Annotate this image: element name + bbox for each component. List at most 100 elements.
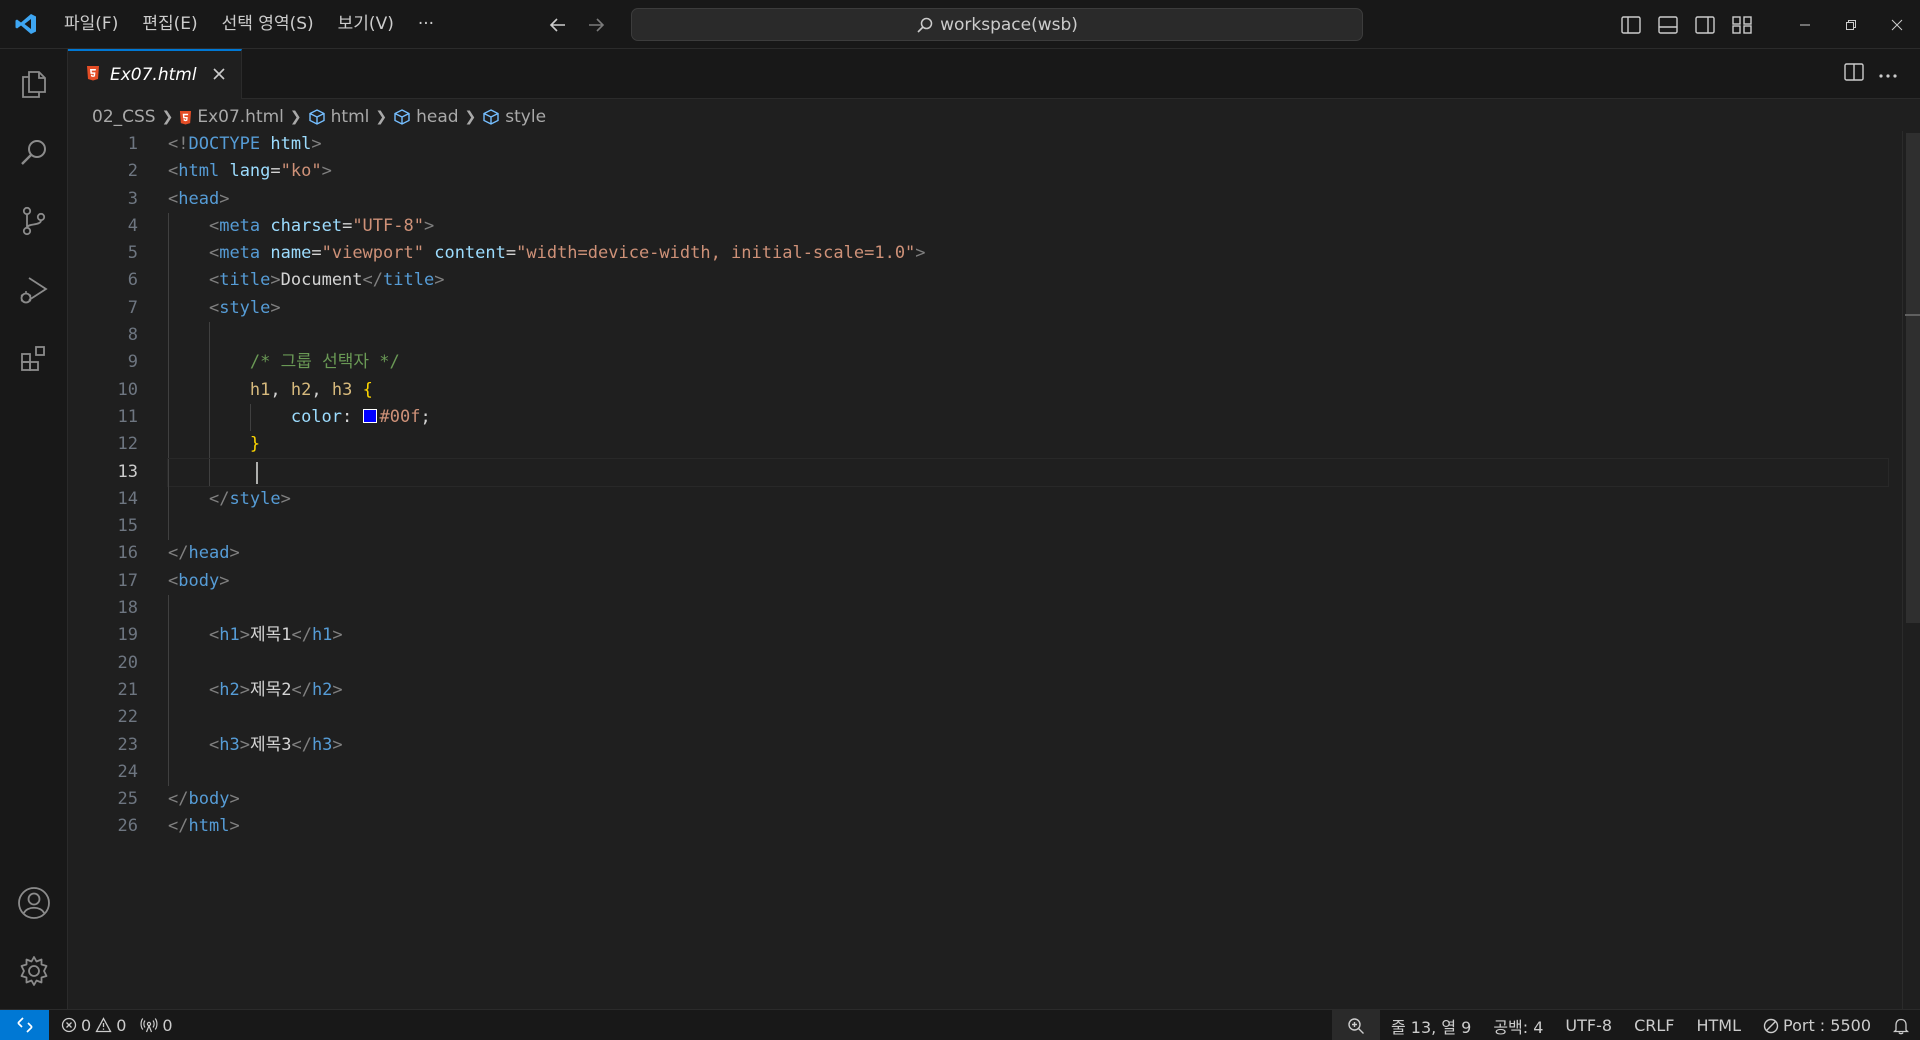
code-token: #00f — [379, 406, 421, 427]
accounts-icon[interactable] — [0, 869, 68, 937]
line-number: 14 — [117, 488, 138, 509]
code-token: < — [208, 270, 220, 291]
minimize-window-icon[interactable] — [1782, 0, 1828, 49]
code-line[interactable]: h1, h2, h3 { — [168, 376, 1888, 404]
notifications-bell-icon[interactable] — [1882, 1010, 1920, 1040]
extensions-icon[interactable] — [0, 325, 68, 393]
code-line[interactable] — [168, 322, 1888, 350]
zoom-icon[interactable] — [1331, 1010, 1380, 1040]
code-line[interactable] — [168, 704, 1888, 732]
live-server-port[interactable]: Port : 5500 — [1752, 1010, 1882, 1040]
html-file-icon — [86, 65, 100, 85]
code-token: "width=device-width, initial-scale=1.0" — [516, 243, 916, 264]
code-line[interactable]: <html lang="ko"> — [168, 158, 1888, 185]
code-line[interactable]: color: #00f; — [168, 403, 1888, 432]
code-token: h2 — [311, 679, 333, 700]
code-line[interactable]: </body> — [168, 786, 1888, 813]
code-token: Document — [280, 270, 363, 291]
code-line[interactable] — [168, 649, 1888, 677]
close-window-icon[interactable] — [1874, 0, 1920, 49]
code-line[interactable]: <h2>제목2</h2> — [168, 676, 1888, 705]
language-mode[interactable]: HTML — [1685, 1010, 1752, 1040]
breadcrumb-symbol-head[interactable]: head — [393, 107, 459, 127]
back-arrow-icon[interactable] — [548, 15, 568, 35]
menu-more[interactable]: ··· — [406, 0, 446, 49]
code-line[interactable]: <body> — [168, 568, 1888, 595]
indent-guide — [168, 322, 169, 350]
cursor-position[interactable]: 줄 13, 열 9 — [1380, 1010, 1482, 1040]
code-line[interactable]: <h1>제목1</h1> — [168, 622, 1888, 650]
code-line[interactable]: <!DOCTYPE html> — [168, 131, 1888, 158]
code-line[interactable]: /* 그룹 선택자 */ — [168, 349, 1888, 377]
tab-ex07-html[interactable]: Ex07.html — [68, 49, 242, 99]
explorer-icon[interactable] — [0, 49, 68, 117]
toggle-primary-sidebar-icon[interactable] — [1612, 0, 1649, 49]
run-and-debug-icon[interactable] — [0, 256, 68, 324]
code-token: , — [270, 379, 291, 400]
menu-view[interactable]: 보기(V) — [326, 0, 406, 49]
code-line[interactable] — [168, 595, 1888, 623]
code-token: = — [311, 243, 322, 264]
code-line[interactable] — [168, 513, 1888, 541]
menu-selection[interactable]: 선택 영역(S) — [210, 0, 326, 49]
code-token: > — [915, 243, 926, 264]
ports-indicator[interactable]: 0 — [140, 1010, 173, 1040]
code-line[interactable]: <style> — [168, 294, 1888, 323]
scrollbar-thumb[interactable] — [1906, 133, 1920, 623]
line-number: 11 — [117, 406, 138, 427]
menu-file[interactable]: 파일(F) — [52, 0, 130, 49]
code-token: body — [178, 570, 220, 591]
indent-guide — [168, 676, 169, 705]
breadcrumb-folder[interactable]: 02_CSS — [92, 107, 156, 127]
breadcrumb-file[interactable]: Ex07.html — [179, 107, 284, 127]
tab-label: Ex07.html — [110, 65, 197, 85]
code-token: body — [188, 789, 230, 810]
toggle-panel-icon[interactable] — [1649, 0, 1686, 49]
indent-guide — [168, 267, 169, 295]
restore-window-icon[interactable] — [1828, 0, 1874, 49]
code-line[interactable]: </head> — [168, 540, 1888, 567]
more-actions-icon[interactable] — [1878, 65, 1898, 83]
code-line[interactable]: <title>Document</title> — [168, 267, 1888, 295]
source-control-icon[interactable] — [0, 187, 68, 255]
code-line[interactable]: <head> — [168, 186, 1888, 213]
code-line[interactable]: <meta name="viewport" content="width=dev… — [168, 240, 1888, 268]
code-token: > — [239, 734, 250, 755]
code-line[interactable] — [168, 758, 1888, 787]
editor-scrollbar[interactable] — [1902, 131, 1920, 1009]
code-line[interactable] — [167, 457, 1889, 487]
code-token: </ — [168, 543, 189, 564]
code-line[interactable]: } — [168, 431, 1888, 459]
color-swatch[interactable] — [362, 408, 377, 423]
code-area[interactable]: <!DOCTYPE html> <html lang="ko"> <head> <m… — [167, 131, 1889, 841]
close-tab-icon[interactable] — [209, 64, 229, 84]
end-of-line[interactable]: CRLF — [1623, 1010, 1685, 1040]
code-line[interactable]: <h3>제목3</h3> — [168, 731, 1888, 759]
split-editor-icon[interactable] — [1844, 63, 1864, 85]
forward-arrow-icon[interactable] — [586, 15, 606, 35]
menu-edit[interactable]: 편집(E) — [130, 0, 209, 49]
customize-layout-icon[interactable] — [1723, 0, 1760, 49]
problems-indicator[interactable]: 0 0 — [61, 1010, 126, 1040]
code-token: < — [208, 625, 220, 646]
breadcrumb-symbol-style[interactable]: style — [482, 107, 546, 127]
command-center-search[interactable]: workspace(wsb) — [631, 8, 1363, 41]
line-number: 5 — [127, 243, 138, 264]
search-icon[interactable] — [0, 118, 68, 186]
code-line[interactable]: </html> — [168, 813, 1888, 840]
file-encoding[interactable]: UTF-8 — [1554, 1010, 1623, 1040]
code-editor[interactable]: 1 2 3 4 5 6 7 8 9 10 11 12 13 14 15 16 17 18 19 20 21 22 23 24 2… — [68, 131, 1920, 1009]
manage-gear-icon[interactable] — [0, 937, 68, 1005]
code-line[interactable]: </style> — [168, 485, 1888, 514]
breadcrumb-symbol-html[interactable]: html — [308, 107, 369, 127]
code-token: > — [423, 215, 435, 236]
code-token: title — [219, 270, 271, 291]
indentation[interactable]: 공백: 4 — [1482, 1010, 1554, 1040]
remote-indicator-icon[interactable] — [0, 1009, 49, 1040]
toggle-secondary-sidebar-icon[interactable] — [1686, 0, 1723, 49]
indent-guide — [168, 376, 169, 404]
code-line[interactable]: <meta charset="UTF-8"> — [168, 212, 1888, 241]
